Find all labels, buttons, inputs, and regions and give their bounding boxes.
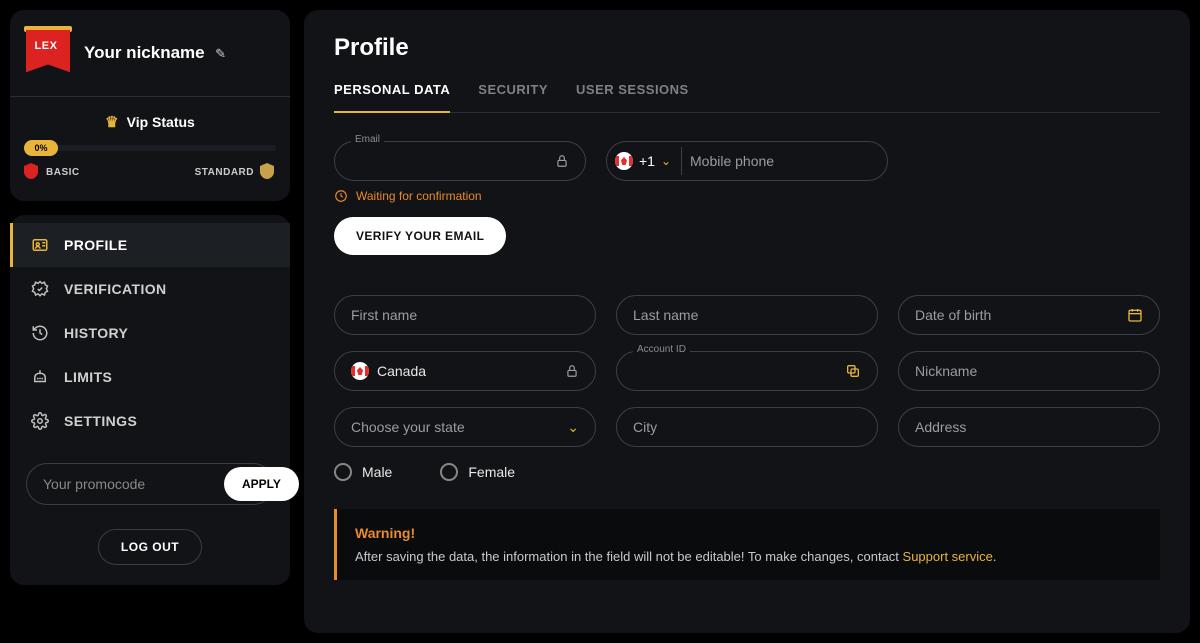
- country-code: +1: [639, 153, 655, 169]
- last-name-input[interactable]: [633, 307, 861, 323]
- nickname-field[interactable]: [898, 351, 1160, 391]
- vip-progress-bar: 0%: [24, 145, 276, 151]
- country-code-selector[interactable]: +1 ⌄: [615, 147, 682, 175]
- warning-title: Warning!: [355, 525, 1142, 541]
- gender-male-radio[interactable]: Male: [334, 463, 392, 481]
- support-service-link[interactable]: Support service: [903, 549, 993, 564]
- tab-personal-data[interactable]: PERSONAL DATA: [334, 82, 450, 113]
- tier-standard-icon: [260, 163, 276, 181]
- dob-field[interactable]: [898, 295, 1160, 335]
- tab-security[interactable]: SECURITY: [478, 82, 548, 112]
- promocode-row: APPLY: [26, 463, 274, 505]
- gender-female-radio[interactable]: Female: [440, 463, 515, 481]
- tier-basic-icon: [24, 163, 40, 181]
- city-input[interactable]: [633, 419, 861, 435]
- sidebar-item-label: HISTORY: [64, 325, 128, 341]
- vip-progress-value: 0%: [24, 140, 58, 156]
- apply-promo-button[interactable]: APPLY: [224, 467, 299, 501]
- sidebar-item-label: SETTINGS: [64, 413, 137, 429]
- phone-input[interactable]: [690, 153, 871, 169]
- tier-standard-label: STANDARD: [195, 167, 254, 178]
- email-status: Waiting for confirmation: [334, 189, 586, 203]
- email-input[interactable]: [351, 153, 555, 169]
- radio-circle-icon: [334, 463, 352, 481]
- main-panel: Profile PERSONAL DATA SECURITY USER SESS…: [304, 10, 1190, 633]
- lock-icon: [555, 154, 569, 168]
- lock-icon: [565, 364, 579, 378]
- first-name-input[interactable]: [351, 307, 579, 323]
- address-input[interactable]: [915, 419, 1143, 435]
- clock-icon: [334, 189, 348, 203]
- vip-status-label: Vip Status: [127, 114, 195, 130]
- canada-flag-icon: [351, 362, 369, 380]
- account-id-label: Account ID: [633, 344, 690, 355]
- edit-nickname-icon[interactable]: ✎: [215, 46, 226, 61]
- logout-button[interactable]: LOG OUT: [98, 529, 202, 565]
- gender-radios: Male Female: [334, 463, 1160, 481]
- brand-logo: LEX: [24, 26, 72, 80]
- copy-icon[interactable]: [845, 363, 861, 379]
- sidebar-item-label: LIMITS: [64, 369, 112, 385]
- warning-body: After saving the data, the information i…: [355, 549, 1142, 564]
- sidebar-item-label: PROFILE: [64, 237, 127, 253]
- warning-box: Warning! After saving the data, the info…: [334, 509, 1160, 580]
- country-field: Canada: [334, 351, 596, 391]
- verification-icon: [30, 279, 50, 299]
- calendar-icon[interactable]: [1127, 307, 1143, 323]
- address-field[interactable]: [898, 407, 1160, 447]
- profile-icon: [30, 235, 50, 255]
- crown-icon: ♛: [105, 113, 118, 131]
- sidebar-item-verification[interactable]: VERIFICATION: [10, 267, 290, 311]
- settings-icon: [30, 411, 50, 431]
- canada-flag-icon: [615, 152, 633, 170]
- dob-input[interactable]: [915, 307, 1127, 323]
- nav-card: PROFILE VERIFICATION HISTORY LIMITS SETT…: [10, 215, 290, 585]
- account-id-input: [633, 363, 845, 379]
- country-value: Canada: [377, 363, 565, 379]
- vip-status-row: ♛ Vip Status: [24, 113, 276, 131]
- city-field[interactable]: [616, 407, 878, 447]
- last-name-field[interactable]: [616, 295, 878, 335]
- tab-user-sessions[interactable]: USER SESSIONS: [576, 82, 689, 112]
- sidebar-item-settings[interactable]: SETTINGS: [10, 399, 290, 443]
- tabs: PERSONAL DATA SECURITY USER SESSIONS: [334, 82, 1160, 113]
- user-nickname: Your nickname: [84, 43, 205, 62]
- limits-icon: [30, 367, 50, 387]
- phone-field: +1 ⌄: [606, 141, 888, 181]
- first-name-field[interactable]: [334, 295, 596, 335]
- tier-basic-label: BASIC: [46, 167, 80, 178]
- radio-circle-icon: [440, 463, 458, 481]
- sidebar-item-profile[interactable]: PROFILE: [10, 223, 290, 267]
- user-card: LEX Your nickname ✎ ♛ Vip Status 0% BASI: [10, 10, 290, 201]
- nickname-input[interactable]: [915, 363, 1143, 379]
- chevron-down-icon: ⌄: [567, 419, 579, 436]
- verify-email-button[interactable]: VERIFY YOUR EMAIL: [334, 217, 506, 255]
- email-field[interactable]: Email: [334, 141, 586, 181]
- sidebar-item-history[interactable]: HISTORY: [10, 311, 290, 355]
- promocode-input[interactable]: [43, 476, 224, 492]
- chevron-down-icon: ⌄: [661, 154, 671, 168]
- account-id-field: Account ID: [616, 351, 878, 391]
- state-select[interactable]: Choose your state ⌄: [334, 407, 596, 447]
- history-icon: [30, 323, 50, 343]
- email-label: Email: [351, 134, 384, 145]
- page-title: Profile: [334, 34, 1160, 62]
- sidebar-item-limits[interactable]: LIMITS: [10, 355, 290, 399]
- sidebar-item-label: VERIFICATION: [64, 281, 167, 297]
